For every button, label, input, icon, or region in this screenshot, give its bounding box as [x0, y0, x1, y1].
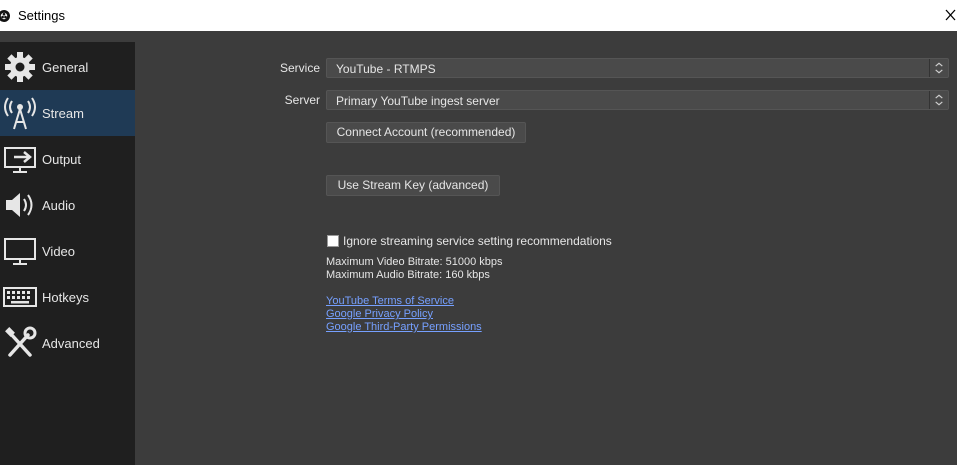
keyboard-icon [3, 287, 37, 307]
speaker-icon [6, 193, 33, 217]
sidebar-item-label: Stream [42, 105, 84, 121]
chevron-updown-icon [929, 91, 943, 109]
service-select[interactable]: YouTube - RTMPS [326, 58, 949, 78]
sidebar-item-hotkeys[interactable]: Hotkeys [0, 274, 135, 320]
monitor-icon [4, 238, 36, 265]
sidebar-item-label: Video [42, 243, 76, 259]
ignore-recommendations-checkbox[interactable] [327, 235, 339, 247]
max-audio-bitrate: Maximum Audio Bitrate: 160 kbps [326, 269, 490, 281]
server-label: Server [284, 93, 320, 107]
chevron-updown-icon [929, 59, 943, 77]
server-select[interactable]: Primary YouTube ingest server [326, 90, 949, 110]
youtube-terms-link[interactable]: YouTube Terms of Service [326, 295, 454, 307]
google-privacy-link[interactable]: Google Privacy Policy [326, 308, 433, 320]
sidebar-item-general[interactable]: General [0, 44, 135, 90]
google-third-party-link[interactable]: Google Third-Party Permissions [326, 321, 482, 333]
output-icon [4, 147, 36, 173]
service-label: Service [279, 61, 320, 75]
ignore-recommendations-label: Ignore streaming service setting recomme… [343, 234, 612, 248]
service-value: YouTube - RTMPS [336, 62, 436, 76]
sidebar-item-label: Hotkeys [42, 289, 89, 305]
sidebar-item-audio[interactable]: Audio [0, 182, 135, 228]
tools-icon [5, 326, 37, 357]
sidebar-item-video[interactable]: Video [0, 228, 135, 274]
antenna-icon [4, 97, 36, 130]
use-stream-key-button[interactable]: Use Stream Key (advanced) [326, 175, 500, 196]
sidebar-item-advanced[interactable]: Advanced [0, 320, 135, 366]
sidebar-item-output[interactable]: Output [0, 136, 135, 182]
sidebar-item-label: Audio [42, 197, 76, 213]
sidebar-item-label: Advanced [42, 335, 100, 351]
sidebar-item-stream[interactable]: Stream [0, 90, 135, 136]
sidebar-item-label: Output [42, 151, 82, 167]
gear-icon [5, 52, 35, 82]
settings-window: Settings General Stream Output Audio Vid… [0, 0, 957, 465]
settings-sidebar: General Stream Output Audio Video Hotkey… [0, 42, 135, 465]
title-bar: Settings [0, 0, 957, 31]
server-value: Primary YouTube ingest server [336, 94, 500, 108]
connect-account-button[interactable]: Connect Account (recommended) [326, 122, 526, 143]
close-icon[interactable] [943, 6, 957, 24]
obs-logo-icon [0, 10, 10, 22]
sidebar-item-label: General [42, 59, 89, 75]
max-video-bitrate: Maximum Video Bitrate: 51000 kbps [326, 256, 503, 268]
window-title: Settings [18, 8, 65, 23]
